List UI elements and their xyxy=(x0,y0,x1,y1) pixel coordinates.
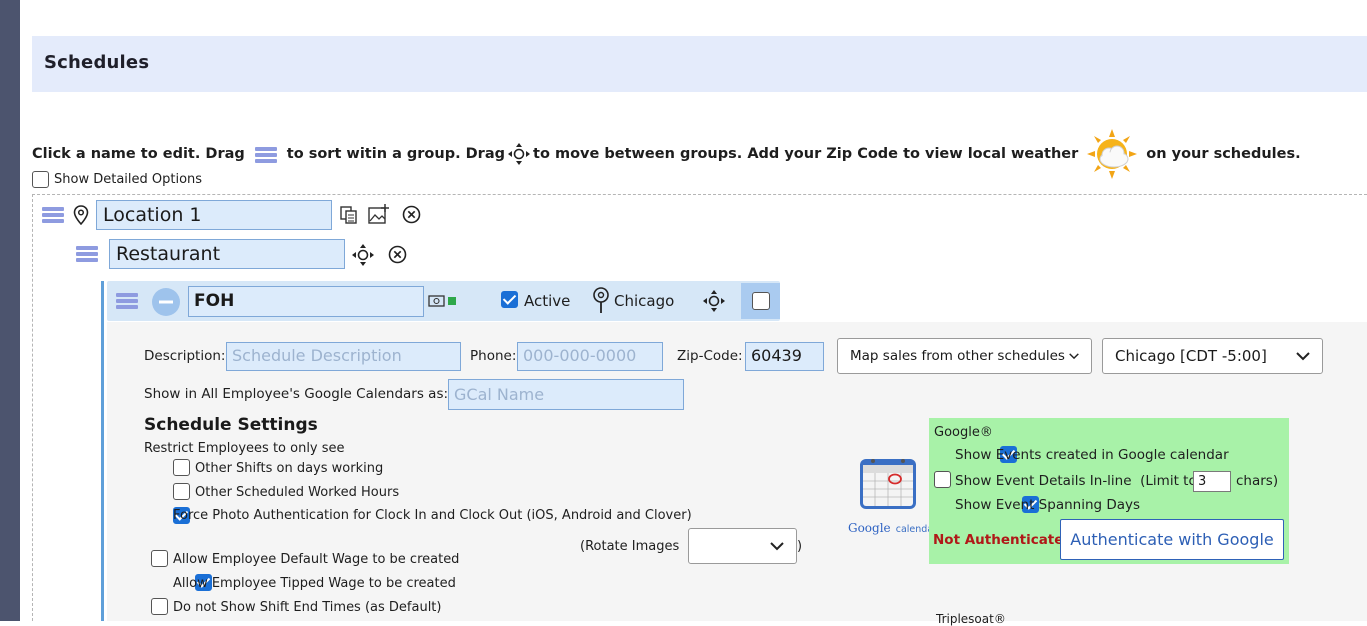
phone-label: Phone: xyxy=(470,348,517,364)
schedule-name-input[interactable]: FOH xyxy=(188,286,424,317)
rotate-images-label: (Rotate Images xyxy=(580,539,680,554)
google-logo-word: Google xyxy=(848,521,891,535)
google-calendar-logo-text: Google calendar xyxy=(848,517,937,536)
chevron-down-icon xyxy=(770,542,784,551)
left-sidebar xyxy=(0,0,20,621)
active-checkbox[interactable] xyxy=(501,291,518,308)
opt-photo-auth-label: Force Photo Authentication for Clock In … xyxy=(173,508,692,523)
group-divider-left xyxy=(32,194,33,621)
google-title: Google® xyxy=(934,425,993,440)
google-event-details-checkbox[interactable] xyxy=(934,471,951,488)
group-move-icon[interactable] xyxy=(351,243,375,267)
group-drag-handle-icon[interactable] xyxy=(76,245,98,263)
location-name-input[interactable]: Location 1 xyxy=(96,200,332,230)
opt-default-wage-checkbox[interactable] xyxy=(151,550,168,567)
opt-other-shifts-label: Other Shifts on days working xyxy=(195,461,384,476)
google-chars-label: chars) xyxy=(1236,473,1279,489)
detailed-options-row: Show Detailed Options xyxy=(32,171,202,188)
google-spanning-days-label: Show Event Spanning Days xyxy=(955,497,1141,513)
gcal-label: Show in All Employee's Google Calendars … xyxy=(144,386,449,402)
weather-sun-cloud-icon xyxy=(1087,129,1138,179)
rotate-images-select[interactable] xyxy=(688,528,797,564)
detailed-options-checkbox[interactable] xyxy=(32,171,49,188)
location-pin-icon xyxy=(73,205,89,225)
schedule-city: Chicago xyxy=(614,292,675,310)
zip-input[interactable]: 60439 xyxy=(745,342,824,371)
schedule-indent-line xyxy=(101,281,104,621)
collapse-icon[interactable] xyxy=(151,287,181,317)
map-pin-icon xyxy=(593,287,609,313)
timezone-select[interactable]: Chicago [CDT -5:00] xyxy=(1102,338,1323,374)
opt-worked-hours-label: Other Scheduled Worked Hours xyxy=(195,485,400,500)
intro-part-2: to sort witin a group. Drag xyxy=(286,146,506,162)
description-label: Description: xyxy=(144,348,226,364)
chevron-down-icon xyxy=(1069,353,1079,360)
location-drag-handle-icon[interactable] xyxy=(42,206,64,224)
schedule-select-checkbox[interactable] xyxy=(752,292,770,310)
delete-group-icon[interactable] xyxy=(388,245,407,264)
opt-other-shifts-checkbox[interactable] xyxy=(173,459,190,476)
add-image-icon[interactable] xyxy=(368,203,390,225)
sales-money-icon[interactable] xyxy=(428,294,458,308)
triplesoat-partial-label: Triplesoat® xyxy=(936,612,1006,626)
description-input[interactable]: Schedule Description xyxy=(226,342,461,371)
google-char-limit-input[interactable]: 3 xyxy=(1193,471,1231,492)
chevron-down-icon xyxy=(1296,352,1310,361)
map-sales-select-value: Map sales from other schedules xyxy=(850,348,1065,364)
google-auth-status: Not Authenticated xyxy=(933,532,1074,548)
group-name-input[interactable]: Restaurant xyxy=(109,239,345,269)
rotate-images-close: ) xyxy=(797,539,803,554)
detailed-options-label: Show Detailed Options xyxy=(54,172,203,187)
intro-part-4: on your schedules. xyxy=(1146,146,1301,162)
timezone-select-value: Chicago [CDT -5:00] xyxy=(1115,347,1267,365)
phone-input[interactable]: 000-000-0000 xyxy=(517,342,663,371)
page-title: Schedules xyxy=(44,52,150,73)
intro-part-3: to move between groups. Add your Zip Cod… xyxy=(533,146,1079,162)
group-divider xyxy=(32,194,1367,195)
map-sales-select[interactable]: Map sales from other schedules xyxy=(837,338,1092,374)
move-arrows-icon xyxy=(508,143,531,165)
gcal-name-input[interactable]: GCal Name xyxy=(448,379,684,410)
schedule-settings-title: Schedule Settings xyxy=(144,415,318,435)
authenticate-google-button[interactable]: Authenticate with Google xyxy=(1060,519,1284,560)
schedule-drag-handle-icon[interactable] xyxy=(116,292,138,310)
drag-handle-icon xyxy=(254,145,277,163)
restrict-label: Restrict Employees to only see xyxy=(144,441,345,456)
opt-tipped-wage-label: Allow Employee Tipped Wage to be created xyxy=(173,576,456,591)
schedule-move-icon[interactable] xyxy=(702,289,726,313)
opt-default-wage-label: Allow Employee Default Wage to be create… xyxy=(173,552,460,567)
google-show-events-label: Show Events created in Google calendar xyxy=(955,447,1229,463)
intro-part-1: Click a name to edit. Drag xyxy=(32,146,245,162)
zip-label: Zip-Code: xyxy=(677,348,743,364)
active-label: Active xyxy=(524,292,571,310)
opt-hide-end-times-checkbox[interactable] xyxy=(151,598,168,615)
delete-location-icon[interactable] xyxy=(402,205,421,224)
opt-hide-end-times-label: Do not Show Shift End Times (as Default) xyxy=(173,600,442,615)
google-event-details-label: Show Event Details In-line (Limit to xyxy=(955,473,1197,489)
google-calendar-logo-icon xyxy=(860,459,916,509)
page-header: Schedules xyxy=(32,36,1367,92)
intro-text: Click a name to edit. Drag to sort witin… xyxy=(32,128,1301,180)
copy-icon[interactable] xyxy=(340,206,358,224)
opt-worked-hours-checkbox[interactable] xyxy=(173,483,190,500)
